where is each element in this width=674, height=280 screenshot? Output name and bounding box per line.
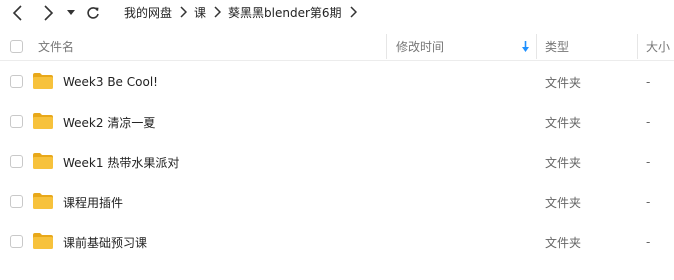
- chevron-right-icon: [44, 5, 54, 21]
- file-name[interactable]: Week3 Be Cool!: [63, 62, 158, 102]
- file-name[interactable]: Week2 清凉一夏: [63, 102, 155, 142]
- file-size: -: [646, 235, 651, 249]
- breadcrumb: 我的网盘 课 葵黑黑blender第6期: [124, 0, 364, 24]
- file-type: 文件夹: [545, 195, 582, 210]
- row-checkbox[interactable]: [10, 75, 23, 88]
- file-type: 文件夹: [545, 75, 582, 90]
- file-name[interactable]: 课程用插件: [63, 182, 123, 222]
- back-button[interactable]: [8, 2, 28, 24]
- breadcrumb-separator-icon: [213, 6, 222, 18]
- breadcrumb-separator-icon: [179, 6, 188, 18]
- breadcrumb-item-my-drive[interactable]: 我的网盘: [124, 4, 172, 21]
- column-divider[interactable]: [637, 34, 638, 59]
- history-dropdown-button[interactable]: [64, 2, 78, 24]
- refresh-icon: [87, 7, 99, 19]
- column-header-modified[interactable]: 修改时间: [396, 32, 444, 61]
- file-size: -: [646, 115, 651, 129]
- folder-icon: [33, 113, 53, 129]
- folder-icon: [33, 73, 53, 89]
- column-divider[interactable]: [386, 34, 387, 59]
- caret-down-icon: [67, 10, 75, 15]
- file-size: -: [646, 195, 651, 209]
- file-size: -: [646, 75, 651, 89]
- file-row[interactable]: 课程用插件 文件夹 -: [0, 182, 674, 222]
- file-type: 文件夹: [545, 155, 582, 170]
- file-row[interactable]: Week2 清凉一夏 文件夹 -: [0, 102, 674, 142]
- column-header-name[interactable]: 文件名: [38, 32, 74, 61]
- row-checkbox[interactable]: [10, 195, 23, 208]
- breadcrumb-item-current-folder[interactable]: 葵黑黑blender第6期: [228, 4, 342, 21]
- file-row[interactable]: Week1 热带水果派对 文件夹 -: [0, 142, 674, 182]
- navigation-bar: 我的网盘 课 葵黑黑blender第6期: [0, 0, 674, 28]
- sort-arrow-icon[interactable]: [521, 32, 530, 61]
- column-header-size[interactable]: 大小: [646, 32, 670, 61]
- file-name[interactable]: Week1 热带水果派对: [63, 142, 179, 182]
- file-type: 文件夹: [545, 235, 582, 250]
- file-name[interactable]: 课前基础预习课: [63, 222, 147, 262]
- breadcrumb-more-icon[interactable]: [349, 6, 357, 18]
- folder-icon: [33, 233, 53, 249]
- row-checkbox[interactable]: [10, 155, 23, 168]
- file-type: 文件夹: [545, 115, 582, 130]
- folder-icon: [33, 153, 53, 169]
- select-all-checkbox-cell: [10, 32, 23, 61]
- row-checkbox[interactable]: [10, 235, 23, 248]
- folder-icon: [33, 193, 53, 209]
- refresh-button[interactable]: [84, 2, 102, 24]
- file-row[interactable]: 课前基础预习课 文件夹 -: [0, 222, 674, 262]
- row-checkbox[interactable]: [10, 115, 23, 128]
- forward-button[interactable]: [38, 2, 58, 24]
- file-size: -: [646, 155, 651, 169]
- column-divider[interactable]: [536, 34, 537, 59]
- file-list-header: 文件名 修改时间 类型 大小: [0, 32, 674, 61]
- chevron-left-icon: [12, 5, 22, 21]
- select-all-checkbox[interactable]: [10, 40, 23, 53]
- column-header-type[interactable]: 类型: [545, 32, 569, 61]
- breadcrumb-item-course[interactable]: 课: [194, 4, 206, 21]
- file-row[interactable]: Week3 Be Cool! 文件夹 -: [0, 62, 674, 102]
